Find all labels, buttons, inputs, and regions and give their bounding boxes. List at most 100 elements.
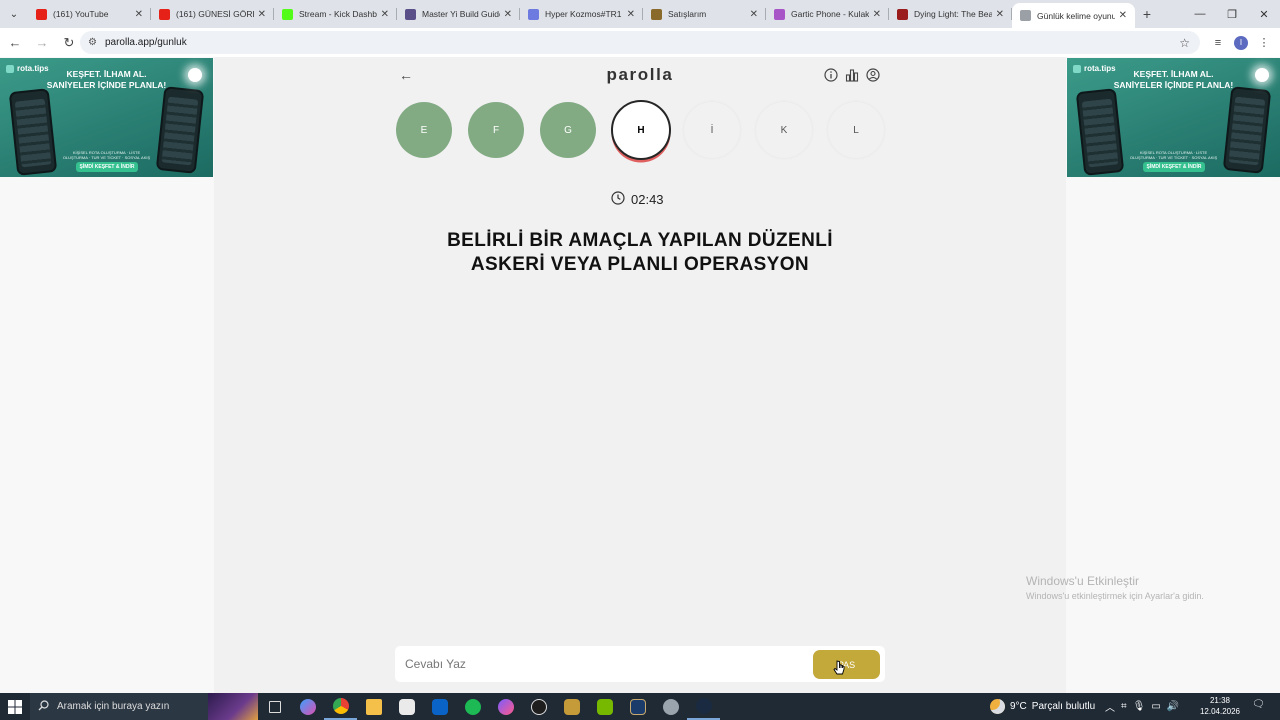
new-tab-button[interactable]: + xyxy=(1135,0,1159,28)
tab-close-icon[interactable]: ✕ xyxy=(627,9,635,20)
game-launcher-icon[interactable] xyxy=(522,693,555,720)
notification-icon[interactable]: 🗨 xyxy=(1252,699,1266,713)
ad-glow-decoration xyxy=(188,68,202,82)
info-icon[interactable] xyxy=(824,68,838,82)
minimize-icon[interactable]: — xyxy=(1184,0,1216,28)
tab-close-icon[interactable]: ✕ xyxy=(135,9,143,20)
clock-icon xyxy=(611,191,625,208)
usb-icon[interactable]: ⌗ xyxy=(1121,701,1127,712)
tab-close-icon[interactable]: ✕ xyxy=(504,9,512,20)
browser-tab[interactable]: Dying Light: The Beas ✕ xyxy=(889,0,1012,28)
stats-icon[interactable] xyxy=(845,68,859,82)
browser-tab[interactable]: Satışlarım ✕ xyxy=(643,0,766,28)
media-control-icon[interactable]: ≡ xyxy=(1208,37,1228,49)
restore-icon[interactable]: ❐ xyxy=(1216,0,1248,28)
app-logo[interactable]: parolla xyxy=(560,65,720,85)
header-actions xyxy=(824,68,880,82)
tab-title: Gartic Phone - Kulakt xyxy=(791,9,869,19)
answer-input[interactable] xyxy=(405,654,805,674)
tray-chevron-icon[interactable]: ︿ xyxy=(1105,699,1115,714)
countdown-timer: 02:43 xyxy=(611,191,664,208)
left-ad-banner[interactable]: rota.tips KEŞFET. İLHAM AL. SANİYELER İÇİ… xyxy=(0,58,213,177)
tab-close-icon[interactable]: ✕ xyxy=(996,9,1004,20)
ad-phone-image xyxy=(1222,86,1272,174)
steam-icon[interactable] xyxy=(687,693,720,720)
chrome-icon[interactable] xyxy=(324,693,357,720)
browser-tab[interactable]: Master Yi Build Guide ✕ xyxy=(397,0,520,28)
league-client-icon[interactable] xyxy=(555,693,588,720)
tab-favicon-icon xyxy=(282,8,293,20)
search-highlight-image[interactable] xyxy=(208,693,258,720)
question-text: BELİRLİ BİR AMAÇLA YAPILAN DÜZENLİ ASKER… xyxy=(447,230,833,275)
tab-title: (161) GÜNESİ GÖRDÜ xyxy=(176,9,254,19)
weather-widget[interactable]: 9°C Parçalı bulutlu xyxy=(990,693,1095,720)
letter-circle-done: E xyxy=(396,102,452,158)
volume-icon[interactable]: 🔊 xyxy=(1167,701,1179,712)
back-button[interactable]: ← xyxy=(3,31,27,55)
forward-button[interactable]: → xyxy=(30,31,54,55)
letter-circle-active: H xyxy=(611,100,671,160)
tab-list: (161) YouTube✕(161) GÜNESİ GÖRDÜ✕Stream … xyxy=(28,0,1135,28)
tab-title: Stream - Kick Dashbo xyxy=(299,9,377,19)
system-clock[interactable]: 21:38 12.04.2026 xyxy=(1199,695,1241,717)
ad-phone-image xyxy=(155,86,205,174)
letter-circle-pending: İ xyxy=(684,102,740,158)
browser-tab[interactable]: (161) YouTube ✕ xyxy=(28,0,151,28)
tab-close-icon[interactable]: ✕ xyxy=(1119,10,1127,21)
copilot-icon[interactable] xyxy=(291,693,324,720)
answer-bar: PAS xyxy=(395,646,885,682)
mouse-pointer-icon xyxy=(833,660,845,679)
taskbar-search[interactable]: Aramak için buraya yazın xyxy=(30,693,208,720)
ad-cta-button[interactable]: ŞİMDİ KEŞFET & İNDİR xyxy=(76,162,138,172)
league-icon[interactable] xyxy=(621,693,654,720)
windows-activation-watermark: Windows'u Etkinleştir Windows'u etkinleş… xyxy=(1026,574,1204,601)
profile-avatar[interactable]: I xyxy=(1234,35,1248,50)
reload-button[interactable]: ↻ xyxy=(57,31,81,55)
browser-tab[interactable]: Hyper Kozmos#TR1 - ✕ xyxy=(520,0,643,28)
close-window-icon[interactable]: ✕ xyxy=(1248,0,1280,28)
left-ad-column: rota.tips KEŞFET. İLHAM AL. SANİYELER İÇİ… xyxy=(0,57,214,693)
address-bar[interactable]: ⚙ parolla.app/gunluk ☆ xyxy=(80,31,1200,54)
browser-menu-icon[interactable]: ⋮ xyxy=(1254,36,1274,49)
tab-search-button[interactable]: ⌄ xyxy=(0,0,28,28)
tab-favicon-icon xyxy=(159,8,170,20)
browser-tab-strip: ⌄ (161) YouTube✕(161) GÜNESİ GÖRDÜ✕Strea… xyxy=(0,0,1280,28)
pass-button[interactable]: PAS xyxy=(813,650,880,679)
tab-favicon-icon xyxy=(897,8,908,20)
start-button[interactable] xyxy=(0,693,30,720)
tab-title: Master Yi Build Guide xyxy=(422,9,500,19)
browser-tab[interactable]: Günlük kelime oyunu ✕ xyxy=(1012,3,1135,28)
tab-favicon-icon xyxy=(651,8,662,20)
tab-title: (161) YouTube xyxy=(53,9,109,19)
tab-title: Satışlarım xyxy=(668,9,707,19)
spotify-icon[interactable] xyxy=(456,693,489,720)
mail-icon[interactable] xyxy=(423,693,456,720)
tab-favicon-icon xyxy=(405,8,416,20)
browser-tab[interactable]: (161) GÜNESİ GÖRDÜ ✕ xyxy=(151,0,274,28)
search-placeholder: Aramak için buraya yazın xyxy=(57,701,170,712)
tab-close-icon[interactable]: ✕ xyxy=(381,9,389,20)
store-icon[interactable] xyxy=(390,693,423,720)
browser-tab[interactable]: Stream - Kick Dashbo ✕ xyxy=(274,0,397,28)
tab-title: Dying Light: The Beas xyxy=(914,9,992,19)
tab-title: Günlük kelime oyunu xyxy=(1037,10,1115,21)
tab-close-icon[interactable]: ✕ xyxy=(873,9,881,20)
tab-close-icon[interactable]: ✕ xyxy=(258,9,266,20)
messenger-icon[interactable] xyxy=(489,693,522,720)
site-info-icon[interactable]: ⚙ xyxy=(88,37,97,48)
microphone-icon[interactable]: 🎙 xyxy=(1133,701,1146,712)
letter-circle-done: G xyxy=(540,102,596,158)
bookmark-star-icon[interactable]: ☆ xyxy=(1179,36,1190,50)
ad-feature-text: KİŞİSEL ROTA OLUŞTURMA · LİSTE OLUŞTURMA… xyxy=(62,150,151,160)
user-account-icon[interactable] xyxy=(866,68,880,82)
ad-cta-button[interactable]: ŞİMDİ KEŞFET & İNDİR xyxy=(1143,162,1205,172)
browser-tab[interactable]: Gartic Phone - Kulakt ✕ xyxy=(766,0,889,28)
network-icon[interactable]: ▭ xyxy=(1151,701,1160,712)
discord-like-icon[interactable] xyxy=(654,693,687,720)
task-view-icon[interactable] xyxy=(258,693,291,720)
file-explorer-icon[interactable] xyxy=(357,693,390,720)
game-back-arrow-icon[interactable]: ← xyxy=(399,67,413,83)
nvidia-icon[interactable] xyxy=(588,693,621,720)
right-ad-banner[interactable]: rota.tips KEŞFET. İLHAM AL. SANİYELER İÇİ… xyxy=(1067,58,1280,177)
tab-close-icon[interactable]: ✕ xyxy=(750,9,758,20)
